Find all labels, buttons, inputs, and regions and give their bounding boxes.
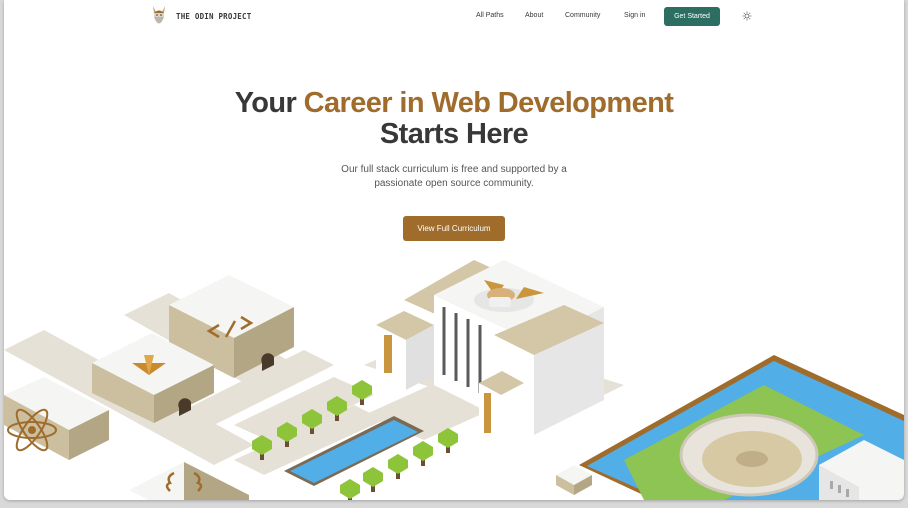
tree <box>413 441 433 466</box>
tree <box>340 479 360 500</box>
tree <box>363 467 383 492</box>
get-started-button[interactable]: Get Started <box>664 7 720 26</box>
odin-viking-logo-icon <box>153 6 165 24</box>
view-curriculum-button[interactable]: View Full Curriculum <box>403 216 505 241</box>
nav-link-all-paths[interactable]: All Paths <box>476 12 504 19</box>
brand-name: THE ODIN PROJECT <box>176 11 252 21</box>
site-header: THE ODIN PROJECT All Paths About Communi… <box>4 0 904 34</box>
sun-icon[interactable] <box>742 11 752 21</box>
nav-link-about[interactable]: About <box>525 12 543 19</box>
colosseum-island <box>579 355 904 500</box>
hero-title-part2: Starts Here <box>379 118 529 150</box>
hero-title-part1: Your <box>234 87 304 119</box>
browser-page: THE ODIN PROJECT All Paths About Communi… <box>4 0 904 500</box>
odin-colosseum-emblem <box>679 413 819 497</box>
hero-subtitle-line2: passionate open source community. <box>374 178 534 189</box>
tree <box>388 454 408 479</box>
hero-subtitle: Our full stack curriculum is free and su… <box>4 163 904 191</box>
hero-title-accent: Career in Web Development <box>303 87 674 119</box>
nav-link-sign-in[interactable]: Sign in <box>624 12 645 19</box>
hero-title: Your Career in Web Development Starts He… <box>4 88 904 150</box>
nav-link-community[interactable]: Community <box>565 12 600 19</box>
small-crates <box>556 465 592 495</box>
isometric-campus-illustration <box>4 260 904 500</box>
js-building <box>129 462 249 500</box>
brand-logo[interactable]: THE ODIN PROJECT <box>150 4 251 28</box>
hero-subtitle-line1: Our full stack curriculum is free and su… <box>341 164 567 175</box>
